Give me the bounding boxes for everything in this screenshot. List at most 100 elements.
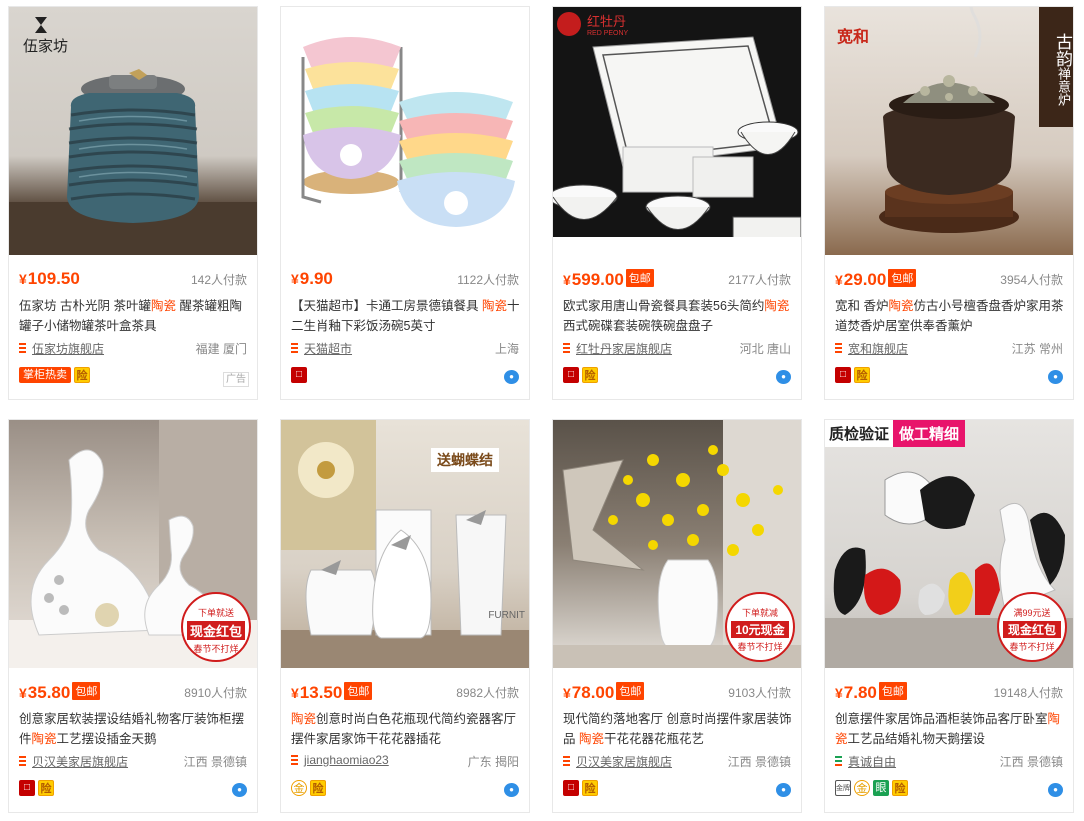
product-card[interactable]: 质检验证 做工精细 满99元送 现金红包 春节不打烊 ¥7.80 包邮 19148… — [824, 419, 1074, 813]
peony-icon — [557, 12, 581, 36]
shop-link[interactable]: jianghaomiao23 — [291, 753, 389, 767]
tmall-icon[interactable]: □ — [291, 367, 307, 383]
product-title[interactable]: 宽和 香炉陶瓷仿古小号檀香盘香炉家用茶道焚香炉居室供奉香薰炉 — [835, 296, 1065, 336]
tmall-icon[interactable]: □ — [19, 780, 35, 796]
product-price: ¥78.00 包邮 — [563, 682, 645, 703]
title-keyword-highlight: 陶瓷 — [888, 299, 914, 313]
shop-link[interactable]: 贝汉美家居旗舰店 — [19, 753, 128, 770]
decor-text: FURNIT — [488, 610, 525, 621]
location: 广东 揭阳 — [467, 755, 519, 769]
product-card[interactable]: 红牡丹 RED PEONY ¥599.00 包邮 2177人付款 欧式家用唐山骨瓷… — [552, 6, 802, 400]
product-title[interactable]: 伍家坊 古朴光阴 茶叶罐陶瓷 醒茶罐粗陶罐子小储物罐茶叶盒茶具 — [19, 296, 249, 336]
free-shipping-badge: 包邮 — [888, 269, 917, 287]
wangwang-chat-icon[interactable]: ● — [1048, 783, 1063, 797]
product-image[interactable]: 下单就送 现金红包 春节不打烊 — [9, 420, 257, 668]
shop-icon — [291, 754, 298, 766]
title-segment: 欧式家用唐山骨瓷餐具套装56头简约 — [563, 299, 765, 313]
hot-seller-badge[interactable]: 掌柜热卖 — [19, 367, 71, 383]
slogan-main: 古韵 — [1052, 32, 1072, 67]
service-badges: □ 险 — [835, 367, 870, 383]
free-shipping-badge: 包邮 — [878, 682, 907, 700]
product-card[interactable]: 送蝴蝶结 FURNIT ¥13.50 包邮 8982人付款 陶瓷创意时尚白色花瓶现… — [280, 419, 530, 813]
free-shipping-badge: 包邮 — [72, 682, 101, 700]
product-title[interactable]: 欧式家用唐山骨瓷餐具套装56头简约陶瓷西式碗碟套装碗筷碗盘盘子 — [563, 296, 793, 336]
product-card[interactable]: ¥9.90 1122人付款 【天猫超市】卡通工房景德镇餐具 陶瓷十二生肖釉下彩饭… — [280, 6, 530, 400]
sales-count: 142人付款 — [190, 273, 247, 287]
product-image[interactable]: 质检验证 做工精细 满99元送 现金红包 春节不打烊 — [825, 420, 1073, 668]
sales-count: 2177人付款 — [728, 273, 791, 287]
wangwang-chat-icon[interactable]: ● — [776, 370, 791, 384]
wangwang-chat-icon[interactable]: ● — [1048, 370, 1063, 384]
service-badges: □ — [291, 367, 307, 383]
product-title[interactable]: 创意家居软装摆设结婚礼物客厅装饰柜摆件陶瓷工艺摆设插金天鹅 — [19, 709, 249, 749]
free-shipping-badge: 包邮 — [616, 682, 645, 700]
insurance-icon[interactable]: 险 — [582, 367, 598, 383]
product-title[interactable]: 现代简约落地客厅 创意时尚摆件家居装饰品 陶瓷干花花器花瓶花艺 — [563, 709, 793, 749]
wangwang-chat-icon[interactable]: ● — [504, 370, 519, 384]
promo-line-2: 10元现金 — [731, 621, 789, 638]
tmall-icon[interactable]: □ — [563, 780, 579, 796]
tmall-icon[interactable]: □ — [835, 367, 851, 383]
tmall-icon[interactable]: □ — [563, 367, 579, 383]
service-badges: 掌柜热卖 险 — [19, 367, 90, 383]
location: 福建 厦门 — [195, 342, 247, 356]
insurance-icon[interactable]: 险 — [582, 780, 598, 796]
product-title[interactable]: 【天猫超市】卡通工房景德镇餐具 陶瓷十二生肖釉下彩饭汤碗5英寸 — [291, 296, 521, 336]
wangwang-chat-icon[interactable]: ● — [232, 783, 247, 797]
gold-medal-icon[interactable]: 金牌 — [835, 780, 851, 796]
location: 河北 唐山 — [739, 342, 791, 356]
shop-link[interactable]: 伍家坊旗舰店 — [19, 340, 104, 357]
product-card[interactable]: 下单就减 10元现金 春节不打烊 ¥78.00 包邮 9103人付款 现代简约落地… — [552, 419, 802, 813]
product-image[interactable]: 宽和 古韵禅意炉 — [825, 7, 1073, 255]
product-price: ¥109.50 — [19, 269, 80, 288]
sales-count: 8982人付款 — [456, 686, 519, 700]
shop-link[interactable]: 红牡丹家居旗舰店 — [563, 340, 672, 357]
sales-count: 8910人付款 — [184, 686, 247, 700]
promo-badge[interactable]: 满99元送 现金红包 春节不打烊 — [997, 592, 1067, 662]
promo-badge[interactable]: 下单就减 10元现金 春节不打烊 — [725, 592, 795, 662]
title-keyword-highlight: 陶瓷 — [150, 299, 176, 313]
ad-label: 广告 — [223, 372, 249, 387]
sales-count: 9103人付款 — [728, 686, 791, 700]
product-title[interactable]: 陶瓷创意时尚白色花瓶现代简约瓷器客厅摆件家居家饰干花花器插花 — [291, 709, 521, 749]
product-card[interactable]: 伍家坊 ¥109.50 142人付款 伍家坊 古朴光阴 茶叶罐陶瓷 醒茶罐粗陶罐… — [8, 6, 258, 400]
insurance-icon[interactable]: 险 — [74, 367, 90, 383]
insurance-icon[interactable]: 险 — [854, 367, 870, 383]
product-price: ¥29.00 包邮 — [835, 269, 917, 290]
insurance-icon[interactable]: 险 — [892, 780, 908, 796]
gold-seller-icon[interactable]: 金 — [291, 780, 307, 796]
product-image[interactable]: 伍家坊 — [9, 7, 257, 255]
service-badges: 金牌 金 眼 险 — [835, 780, 908, 796]
promo-badge[interactable]: 下单就送 现金红包 春节不打烊 — [181, 592, 251, 662]
location: 江西 景德镇 — [999, 755, 1063, 769]
shop-icon — [291, 343, 298, 354]
gold-seller-icon[interactable]: 金 — [854, 780, 870, 796]
title-keyword-highlight: 陶瓷 — [31, 732, 57, 746]
product-image[interactable]: 送蝴蝶结 FURNIT — [281, 420, 529, 668]
sales-count: 3954人付款 — [1000, 273, 1063, 287]
bowl-set-illustration — [301, 37, 515, 227]
shop-link[interactable]: 真诚自由 — [835, 753, 896, 770]
wangwang-chat-icon[interactable]: ● — [776, 783, 791, 797]
insurance-icon[interactable]: 险 — [310, 780, 326, 796]
title-segment: 创意时尚白色花瓶现代简约瓷器客厅摆件家居家饰干花花器插花 — [291, 712, 517, 746]
brand-logo: 红牡丹 RED PEONY — [557, 11, 628, 37]
shop-link[interactable]: 宽和旗舰店 — [835, 340, 908, 357]
shop-link[interactable]: 天猫超市 — [291, 340, 352, 357]
product-image[interactable]: 红牡丹 RED PEONY — [553, 7, 801, 255]
sales-count: 19148人付款 — [993, 686, 1063, 700]
location: 江西 景德镇 — [727, 755, 791, 769]
title-segment: 伍家坊 古朴光阴 茶叶罐 — [19, 299, 151, 313]
dinnerware-set-illustration — [553, 7, 801, 255]
title-keyword-highlight: 陶瓷 — [764, 299, 790, 313]
insurance-icon[interactable]: 险 — [38, 780, 54, 796]
product-card[interactable]: 宽和 古韵禅意炉 ¥29.00 包邮 3954人付款 宽和 香炉陶瓷仿古小号檀香盘… — [824, 6, 1074, 400]
product-image[interactable]: 下单就减 10元现金 春节不打烊 — [553, 420, 801, 668]
shop-link[interactable]: 贝汉美家居旗舰店 — [563, 753, 672, 770]
verified-eye-icon[interactable]: 眼 — [873, 780, 889, 796]
wangwang-chat-icon[interactable]: ● — [504, 783, 519, 797]
product-card[interactable]: 下单就送 现金红包 春节不打烊 ¥35.80 包邮 8910人付款 创意家居软装摆… — [8, 419, 258, 813]
title-segment: 工艺品结婚礼物天鹅摆设 — [847, 732, 986, 746]
product-title[interactable]: 创意摆件家居饰品酒柜装饰品客厅卧室陶瓷工艺品结婚礼物天鹅摆设 — [835, 709, 1065, 749]
product-image[interactable] — [281, 7, 529, 255]
